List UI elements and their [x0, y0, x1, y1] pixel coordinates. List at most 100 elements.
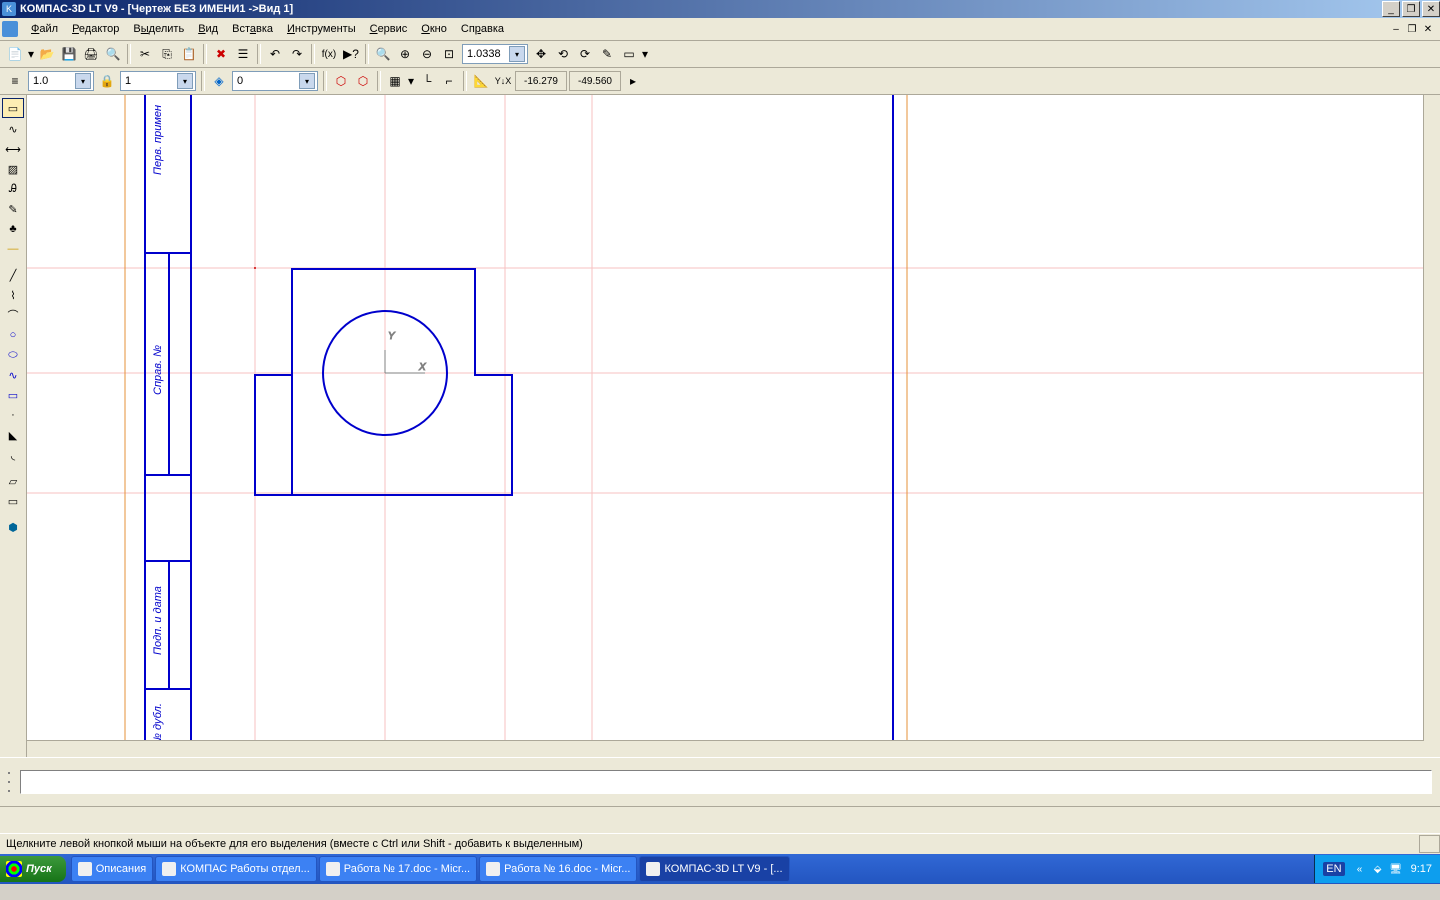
param-tool[interactable]: ♣ [3, 220, 23, 238]
preview-button[interactable]: 🔍 [103, 44, 123, 64]
tray-icon[interactable]: 🖥 [1389, 862, 1403, 876]
cancel-button[interactable]: ✖ [211, 44, 231, 64]
rect-tool[interactable]: ▭ [3, 386, 23, 404]
copy-button[interactable]: ⎘ [157, 44, 177, 64]
line-width-combo[interactable]: 1.0 ▾ [28, 71, 94, 91]
close-button[interactable]: ✕ [1422, 1, 1440, 17]
cut-button[interactable]: ✂ [135, 44, 155, 64]
taskbar-item[interactable]: Работа № 16.doc - Micr... [479, 856, 637, 882]
line-style-button[interactable]: ≡ [5, 71, 25, 91]
taskbar-item[interactable]: Описания [71, 856, 153, 882]
tray-collapse-icon[interactable]: « [1353, 862, 1367, 876]
layer2-combo[interactable]: 0 ▾ [232, 71, 318, 91]
folder-icon [162, 862, 176, 876]
system-tray: EN « ⬙ 🖥 9:17 [1314, 855, 1440, 883]
dimensions-tool[interactable]: ⟷ [3, 140, 23, 158]
redo-button[interactable]: ↷ [287, 44, 307, 64]
word-icon [486, 862, 500, 876]
menu-edit[interactable]: Редактор [65, 21, 126, 37]
clock[interactable]: 9:17 [1411, 863, 1432, 875]
magnet-off-button[interactable]: ⬡ [353, 71, 373, 91]
spacer-panel [0, 806, 1440, 833]
menu-insert[interactable]: Вставка [225, 21, 280, 37]
coord-lock-button[interactable]: ▸ [623, 71, 643, 91]
undo-button[interactable]: ↶ [265, 44, 285, 64]
menu-service[interactable]: Сервис [363, 21, 415, 37]
dropdown-icon[interactable]: ▾ [27, 44, 35, 64]
pan-button[interactable]: ✥ [531, 44, 551, 64]
grid-button[interactable]: ▦ [385, 71, 405, 91]
menu-file[interactable]: Файл [24, 21, 65, 37]
toolbar-properties: ≡ 1.0 ▾ 🔒 1 ▾ ◈ 0 ▾ ⬡ ⬡ ▦ ▾ └ ⌐ 📐 Y↓X -1… [0, 68, 1440, 95]
chamfer-tool[interactable]: ◣ [3, 426, 23, 444]
polyline-tool[interactable]: ⌇ [3, 286, 23, 304]
lock-style-button[interactable]: 🔒 [97, 71, 117, 91]
dropdown-icon[interactable]: ▾ [177, 73, 193, 89]
zoom-prev-button[interactable]: ⟲ [553, 44, 573, 64]
point-tool[interactable]: · [3, 406, 23, 424]
hatch-tool[interactable]: ▨ [3, 160, 23, 178]
taskbar-item[interactable]: Работа № 17.doc - Micr... [319, 856, 477, 882]
open-button[interactable]: 📂 [37, 44, 57, 64]
help-cursor-button[interactable]: ▶? [341, 44, 361, 64]
taskbar-item[interactable]: КОМПАС Работы отдел... [155, 856, 317, 882]
start-button[interactable]: Пуск [0, 856, 66, 882]
mdi-minimize-button[interactable]: – [1388, 22, 1404, 36]
menu-window[interactable]: Окно [414, 21, 454, 37]
text-tool[interactable]: Ꭿ [3, 180, 23, 198]
variables-button[interactable]: f(x) [319, 44, 339, 64]
zoom-window-button[interactable]: 🔍 [373, 44, 393, 64]
measure-tool[interactable]: — [3, 240, 23, 258]
properties-button[interactable]: ☰ [233, 44, 253, 64]
dropdown-icon[interactable]: ▾ [407, 71, 415, 91]
show-all-button[interactable]: ▭ [619, 44, 639, 64]
dropdown-icon[interactable]: ▾ [299, 73, 315, 89]
zoom-combo[interactable]: 1.0338 ▾ [462, 44, 528, 64]
menu-view[interactable]: Вид [191, 21, 225, 37]
spline-tool[interactable]: ∿ [3, 366, 23, 384]
coords-toggle-button[interactable]: 📐 [471, 71, 491, 91]
dropdown-icon[interactable]: ▾ [75, 73, 91, 89]
refresh-button[interactable]: ⟳ [575, 44, 595, 64]
command-input[interactable] [20, 770, 1432, 794]
print-button[interactable]: 🖨 [81, 44, 101, 64]
zoom-in-button[interactable]: ⊕ [395, 44, 415, 64]
arc-tool[interactable]: ⌒ [3, 306, 23, 324]
menu-select[interactable]: Выделить [126, 21, 191, 37]
geometry-tool[interactable]: ∿ [3, 120, 23, 138]
edit-tool[interactable]: ✎ [3, 200, 23, 218]
restore-button[interactable]: ❐ [1402, 1, 1420, 17]
minimize-button[interactable]: _ [1382, 1, 1400, 17]
menu-help[interactable]: Справка [454, 21, 511, 37]
aux-line-tool[interactable]: ▱ [3, 472, 23, 490]
mdi-restore-button[interactable]: ❐ [1404, 22, 1420, 36]
drawing-canvas[interactable]: Y X Перв. примен Справ. № Подп. и дата №… [27, 95, 1440, 757]
language-indicator[interactable]: EN [1323, 862, 1344, 876]
taskbar-item-active[interactable]: КОМПАС-3D LT V9 - [... [639, 856, 789, 882]
ellipse-tool[interactable]: ⬭ [3, 346, 23, 364]
layers-button[interactable]: ◈ [209, 71, 229, 91]
snap-button[interactable]: ⌐ [439, 71, 459, 91]
paste-button[interactable]: 📋 [179, 44, 199, 64]
dropdown-icon[interactable]: ▾ [509, 46, 525, 62]
vertical-scrollbar[interactable] [1423, 95, 1440, 757]
horizontal-scrollbar[interactable] [27, 740, 1424, 757]
aux-rect-tool[interactable]: ▭ [3, 492, 23, 510]
layer-combo[interactable]: 1 ▾ [120, 71, 196, 91]
fillet-tool[interactable]: ◟ [3, 446, 23, 464]
circle-tool[interactable]: ○ [3, 326, 23, 344]
select-tool[interactable]: ▭ [2, 98, 24, 118]
menu-tools[interactable]: Инструменты [280, 21, 363, 37]
ortho-button[interactable]: └ [417, 71, 437, 91]
redraw-button[interactable]: ✎ [597, 44, 617, 64]
library-tool[interactable]: ⬢ [3, 518, 23, 536]
magnet-on-button[interactable]: ⬡ [331, 71, 351, 91]
zoom-fit-button[interactable]: ⊡ [439, 44, 459, 64]
line-tool[interactable]: ╱ [3, 266, 23, 284]
new-button[interactable]: 📄 [5, 44, 25, 64]
save-button[interactable]: 💾 [59, 44, 79, 64]
tray-icon[interactable]: ⬙ [1371, 862, 1385, 876]
zoom-out-button[interactable]: ⊖ [417, 44, 437, 64]
mdi-close-button[interactable]: ✕ [1420, 22, 1436, 36]
dropdown-icon[interactable]: ▾ [641, 44, 649, 64]
